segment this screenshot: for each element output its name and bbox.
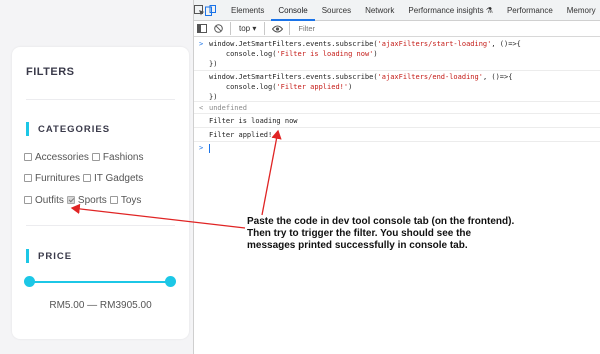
clear-console-icon[interactable] xyxy=(210,21,226,37)
console-text: Filter is loading now xyxy=(209,117,298,125)
toolbar-separator xyxy=(230,22,231,35)
console-input-cursor[interactable] xyxy=(209,144,210,153)
code-text: console.log( xyxy=(209,50,277,58)
console-filter-input[interactable] xyxy=(294,24,396,33)
category-label: Accessories xyxy=(35,151,89,163)
console-text: Filter applied! xyxy=(209,131,272,139)
tab-network[interactable]: Network xyxy=(358,0,401,21)
categories-heading: CATEGORIES xyxy=(26,122,110,136)
annotation-text: Paste the code in dev tool console tab (… xyxy=(247,216,515,251)
console-text: window.JetSmartFilters.events.subscribe(… xyxy=(209,73,512,81)
console-text: console.log('Filter applied!') xyxy=(209,83,352,91)
category-row: Accessories Fashions xyxy=(24,150,146,164)
string-literal: 'Filter is loading now' xyxy=(276,50,374,58)
category-row: Outfits Sports Toys xyxy=(24,193,144,207)
console-text: }) xyxy=(209,60,217,68)
filters-title: FILTERS xyxy=(26,66,75,78)
code-text: undefined xyxy=(209,104,247,112)
category-option-toys[interactable]: Toys xyxy=(109,194,142,206)
category-checkbox[interactable] xyxy=(91,153,100,161)
devtools-tabbar: Elements Console Sources Network Performance… xyxy=(194,0,600,21)
category-option-outfits[interactable]: Outfits xyxy=(24,195,64,206)
category-label: Furnitures xyxy=(35,172,81,184)
code-text: }) xyxy=(209,93,218,101)
string-literal: 'ajaxFilters/end-loading' xyxy=(377,73,483,81)
categories-label: CATEGORIES xyxy=(38,123,111,135)
category-checkbox[interactable] xyxy=(24,174,32,182)
category-option-sports[interactable]: Sports xyxy=(66,194,107,206)
category-option-accessories[interactable]: Accessories xyxy=(24,152,89,163)
code-text: , ()=>{ xyxy=(491,40,521,48)
live-expression-eye-icon[interactable] xyxy=(269,21,285,37)
devtools-panel: Elements Console Sources Network Performance… xyxy=(193,0,600,354)
category-option-it-gadgets[interactable]: IT Gadgets xyxy=(83,173,143,184)
category-label: Fashions xyxy=(102,151,144,163)
price-heading: PRICE xyxy=(26,249,72,263)
category-checkbox[interactable] xyxy=(66,196,75,204)
price-slider-track[interactable] xyxy=(30,281,170,283)
accent-bar xyxy=(26,249,29,263)
price-label: PRICE xyxy=(38,250,73,262)
tab-memory[interactable]: Memory xyxy=(560,0,600,21)
toolbar-separator xyxy=(264,22,266,35)
console-separator xyxy=(194,113,600,114)
tab-elements[interactable]: Elements xyxy=(224,0,271,21)
category-checkbox[interactable] xyxy=(24,153,32,161)
code-text: window.JetSmartFilters.events.subscribe( xyxy=(209,40,378,48)
category-checkbox[interactable] xyxy=(109,196,118,204)
code-text: window.JetSmartFilters.events.subscribe( xyxy=(209,73,378,81)
code-text: ) xyxy=(373,50,378,58)
tab-performance-insights[interactable]: Performance insights ⚗ xyxy=(401,0,500,21)
console-separator xyxy=(194,70,600,71)
category-option-fashions[interactable]: Fashions xyxy=(91,151,144,163)
console-separator xyxy=(194,101,600,102)
input-prompt-icon: > xyxy=(199,40,204,48)
accent-bar xyxy=(26,122,29,136)
context-selector[interactable]: top ▾ xyxy=(235,24,260,33)
console-text: window.JetSmartFilters.events.subscribe(… xyxy=(209,40,521,48)
string-literal: 'Filter applied!' xyxy=(276,83,349,91)
console-text: undefined xyxy=(209,104,247,112)
category-label: Toys xyxy=(120,194,142,206)
category-row: Furnitures IT Gadgets xyxy=(24,171,146,185)
filters-divider xyxy=(26,99,175,100)
console-separator xyxy=(194,141,600,142)
inspect-element-icon[interactable] xyxy=(194,0,205,20)
category-label: IT Gadgets xyxy=(94,172,144,184)
code-text: console.log( xyxy=(209,83,277,91)
console-text: console.log('Filter is loading now') xyxy=(209,50,378,58)
category-checkbox[interactable] xyxy=(24,196,32,204)
toolbar-separator xyxy=(289,22,291,35)
code-text: Filter applied! xyxy=(209,131,273,139)
price-range-text: RM5.00 — RM3905.00 xyxy=(49,300,152,311)
category-label: Outfits xyxy=(35,194,64,206)
category-checkbox[interactable] xyxy=(83,174,92,182)
code-text: Filter is loading now xyxy=(209,117,298,125)
code-text: ) xyxy=(348,83,353,91)
tab-console[interactable]: Console xyxy=(271,0,315,21)
category-option-furnitures[interactable]: Furnitures xyxy=(24,173,80,184)
category-label: Sports xyxy=(77,194,107,206)
device-toolbar-icon[interactable] xyxy=(205,0,216,20)
filters-card: FILTERS CATEGORIES Accessories Fashions Fu… xyxy=(12,47,189,339)
price-slider-min-handle[interactable] xyxy=(24,276,35,287)
result-prompt-icon: < xyxy=(199,104,204,112)
show-sidebar-icon[interactable] xyxy=(194,21,210,37)
tab-performance[interactable]: Performance xyxy=(500,0,560,21)
console-toolbar: top ▾ xyxy=(194,21,600,37)
devtools-tabs: Elements Console Sources Network Performance… xyxy=(224,0,600,21)
tab-sources[interactable]: Sources xyxy=(315,0,358,21)
console-separator xyxy=(194,127,600,128)
categories-divider xyxy=(26,225,175,226)
string-literal: 'ajaxFilters/start-loading' xyxy=(377,40,492,48)
console-text: }) xyxy=(209,93,217,101)
code-text: , ()=>{ xyxy=(482,73,513,81)
input-prompt-icon: > xyxy=(199,144,204,152)
price-slider-max-handle[interactable] xyxy=(165,276,176,287)
code-text: }) xyxy=(209,60,218,68)
